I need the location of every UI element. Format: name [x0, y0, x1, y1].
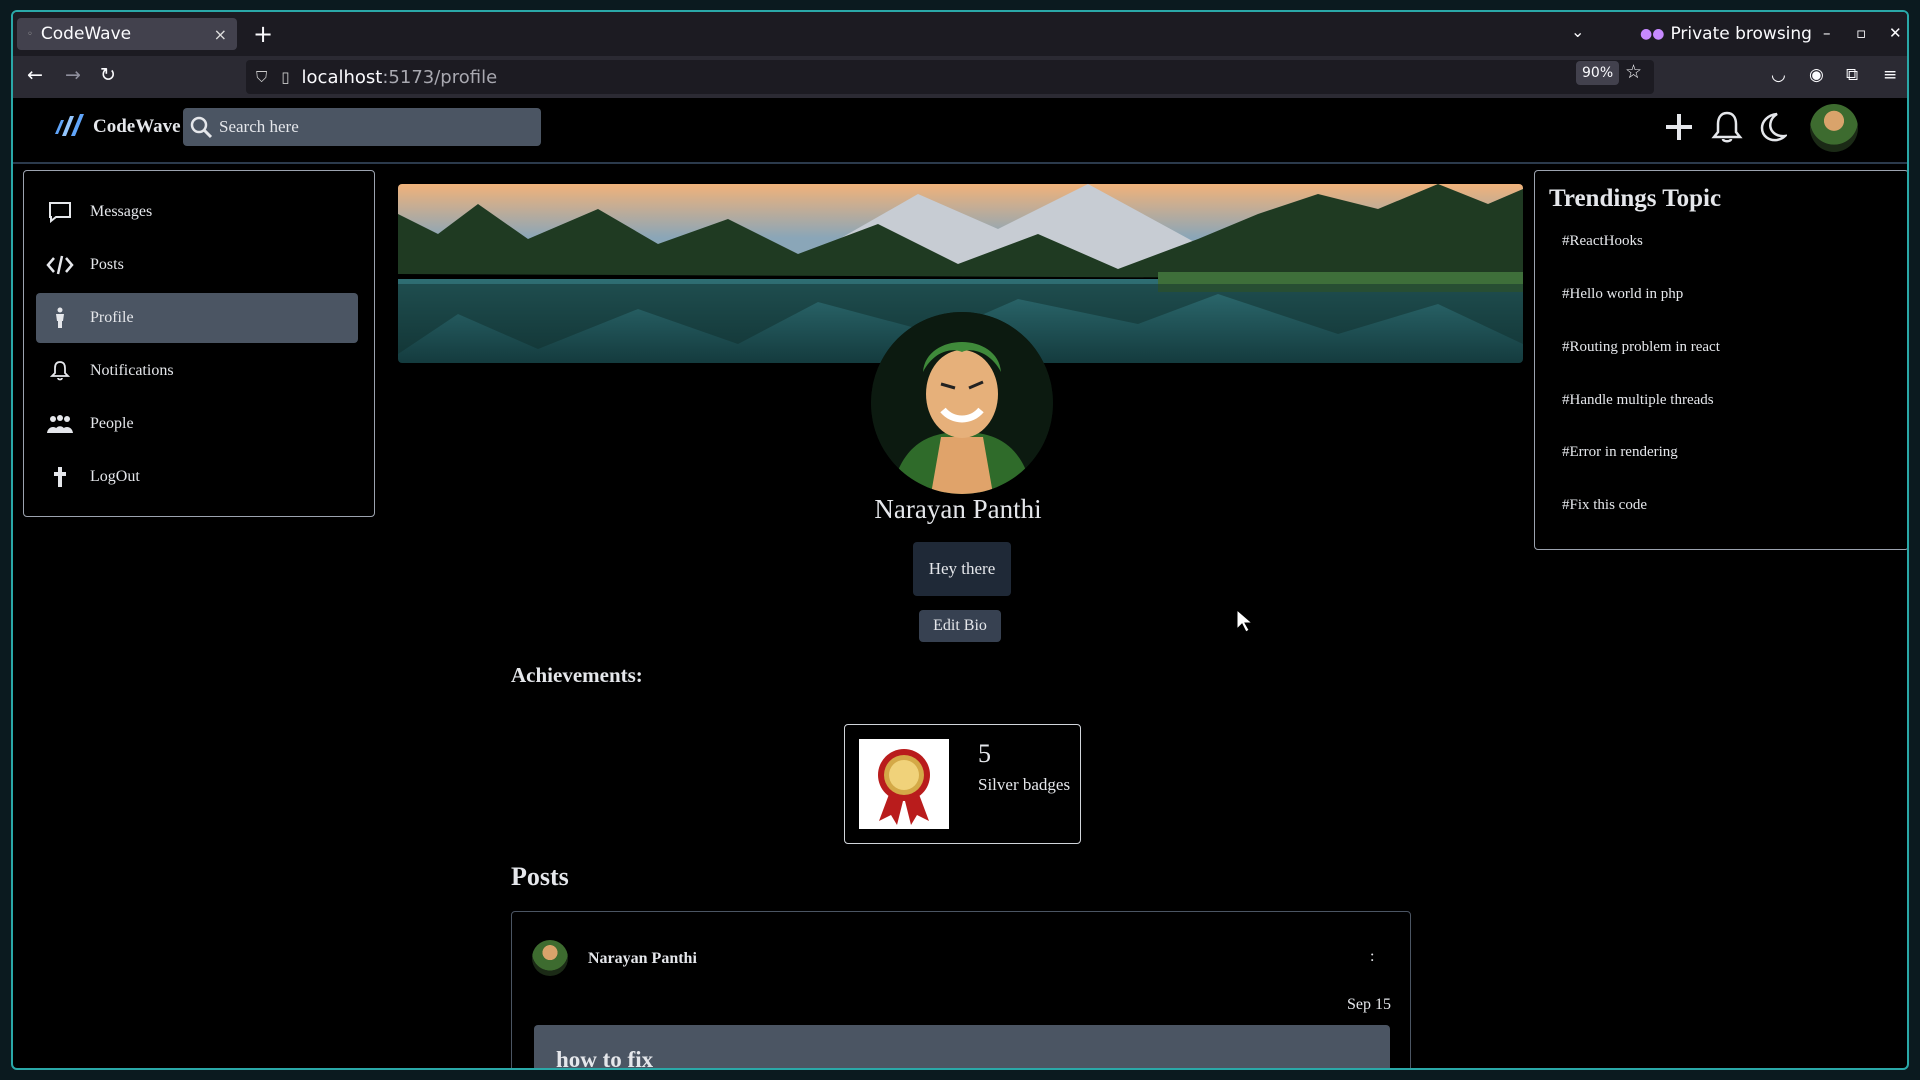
medal-icon	[859, 739, 949, 829]
trending-title: Trendings Topic	[1549, 185, 1722, 212]
tab-close-icon[interactable]: ×	[214, 25, 227, 44]
favicon-icon: ◦	[27, 28, 33, 40]
moon-icon[interactable]	[1757, 111, 1787, 143]
user-avatar[interactable]	[1810, 104, 1858, 152]
edit-bio-button[interactable]: Edit Bio	[919, 610, 1001, 642]
pocket-icon[interactable]: ◡	[1771, 65, 1786, 85]
restore-icon[interactable]: ▫	[1856, 24, 1866, 42]
browser-tab-bar: ◦ CodeWave × + ⌄ ●● Private browsing – ▫…	[13, 12, 1907, 56]
trending-topic[interactable]: #Routing problem in react	[1562, 339, 1720, 356]
post-author-avatar[interactable]	[532, 940, 568, 976]
bookmark-star-icon[interactable]: ☆	[1625, 61, 1642, 83]
bio-text: Hey there	[913, 542, 1011, 596]
post-menu-icon[interactable]: :	[1370, 948, 1374, 966]
posts-title: Posts	[511, 862, 569, 891]
browser-tab[interactable]: ◦ CodeWave ×	[17, 18, 237, 50]
sidebar-item-notifications[interactable]: Notifications	[36, 346, 358, 396]
account-icon[interactable]: ◉	[1809, 65, 1824, 85]
trending-topic[interactable]: #Hello world in php	[1562, 286, 1683, 303]
trending-topic[interactable]: #Fix this code	[1562, 497, 1647, 514]
post-date: Sep 15	[1347, 996, 1391, 1013]
sidebar-item-logout[interactable]: LogOut	[36, 452, 358, 502]
trending-topic[interactable]: #ReactHooks	[1562, 233, 1643, 250]
mouse-cursor-icon	[1236, 609, 1254, 633]
code-icon	[46, 254, 74, 276]
url-host: localhost	[301, 66, 383, 88]
achievements-title: Achievements:	[511, 663, 643, 687]
bell-icon[interactable]	[1711, 110, 1743, 144]
page-icon: ▯	[281, 68, 290, 86]
profile-main: Narayan Panthi Hey there Edit Bio Achiev…	[388, 164, 1528, 1068]
private-browsing-indicator: ●● Private browsing	[1640, 24, 1812, 44]
sidebar-item-posts[interactable]: Posts	[36, 240, 358, 290]
badge-count: 5	[978, 739, 991, 768]
person-icon	[46, 307, 74, 329]
post-title[interactable]: how to fix	[534, 1025, 1390, 1068]
trending-topic[interactable]: #Handle multiple threads	[1562, 392, 1714, 409]
sidebar-item-label: People	[90, 415, 134, 432]
app-header: CodeWave	[13, 98, 1907, 164]
search-box[interactable]	[183, 108, 541, 146]
back-icon[interactable]: ←	[27, 64, 43, 86]
codewave-logo-icon[interactable]	[53, 112, 85, 140]
shield-icon: ⛉	[256, 68, 268, 86]
search-input[interactable]	[219, 117, 519, 137]
sidebar-item-people[interactable]: People	[36, 399, 358, 449]
people-icon	[46, 414, 74, 434]
menu-icon[interactable]: ≡	[1883, 65, 1897, 85]
sidebar-item-profile[interactable]: Profile	[36, 293, 358, 343]
tab-list-chevron-icon[interactable]: ⌄	[1571, 22, 1584, 41]
new-tab-button[interactable]: +	[253, 20, 273, 48]
minimize-icon[interactable]: –	[1823, 24, 1831, 42]
search-icon	[190, 116, 213, 139]
private-mask-icon: ●●	[1640, 26, 1665, 42]
tab-title: CodeWave	[40, 24, 132, 44]
logout-icon	[46, 466, 74, 488]
badge-card: 5 Silver badges	[844, 724, 1081, 844]
zoom-level[interactable]: 90%	[1576, 61, 1620, 85]
close-window-icon[interactable]: ✕	[1889, 24, 1902, 42]
badge-label: Silver badges	[978, 775, 1071, 794]
plus-icon[interactable]	[1663, 111, 1695, 143]
trending-topic[interactable]: #Error in rendering	[1562, 444, 1678, 461]
post-card: Narayan Panthi : Sep 15 how to fix	[511, 911, 1411, 1068]
browser-window: ◦ CodeWave × + ⌄ ●● Private browsing – ▫…	[11, 10, 1909, 1070]
sidebar-item-label: Profile	[90, 309, 134, 326]
sidebar-item-label: LogOut	[90, 468, 140, 485]
sidebar-item-label: Notifications	[90, 362, 174, 379]
browser-nav-bar: ← → ↻ ⛉ ▯ localhost:5173/profile 90% ☆ ◡…	[13, 56, 1907, 98]
profile-name: Narayan Panthi	[874, 494, 1042, 524]
sidebar-item-label: Posts	[90, 256, 124, 273]
trending-topics-panel: Trendings Topic #ReactHooks #Hello world…	[1534, 170, 1907, 550]
brand-name[interactable]: CodeWave	[93, 116, 181, 138]
forward-icon[interactable]: →	[65, 64, 81, 86]
bell-icon	[46, 360, 74, 382]
sidebar-item-label: Messages	[90, 203, 153, 220]
private-browsing-label: Private browsing	[1670, 24, 1812, 44]
left-sidebar: Messages Posts Profile Notifications Peo…	[23, 170, 375, 517]
url-path: :5173/profile	[382, 66, 498, 88]
address-bar[interactable]: ⛉ ▯ localhost:5173/profile	[246, 60, 1654, 94]
reload-icon[interactable]: ↻	[100, 64, 116, 86]
message-icon	[46, 201, 74, 223]
profile-picture[interactable]	[871, 312, 1053, 494]
extensions-icon[interactable]: ⧉	[1846, 65, 1858, 85]
sidebar-item-messages[interactable]: Messages	[36, 187, 358, 237]
post-author[interactable]: Narayan Panthi	[588, 950, 697, 968]
